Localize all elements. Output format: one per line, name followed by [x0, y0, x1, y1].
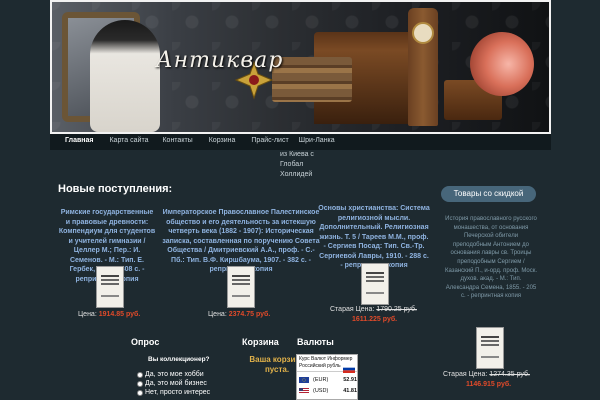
poll-option-label: Да, это мой бизнес — [145, 380, 207, 387]
old-price: 1274.35 руб. — [489, 371, 530, 378]
poll-title: Опрос — [131, 337, 160, 347]
price-label: Старая Цена: — [443, 371, 488, 378]
currency-code: (EUR) — [313, 377, 329, 383]
currency-code: (USD) — [313, 388, 329, 394]
price-label: Цена: — [78, 311, 97, 318]
price-label: Старая Цена: — [330, 306, 375, 313]
old-price: 1790.25 руб. — [376, 306, 417, 313]
nav-srilanka[interactable]: Шри-Ланка — [299, 134, 335, 144]
product-thumb-1[interactable] — [96, 266, 124, 308]
eu-flag-icon — [299, 377, 309, 383]
poll-option-1[interactable]: Да, это мое хобби — [137, 371, 204, 378]
nav-home[interactable]: Главная — [65, 134, 93, 144]
poll-option-2[interactable]: Да, это мой бизнес — [137, 380, 207, 387]
site-logo[interactable]: Антиквар — [156, 48, 283, 73]
product-thumb-3[interactable] — [361, 263, 389, 305]
product-link-3[interactable]: Основы христианства: Система религиозной… — [318, 204, 430, 271]
radio-button[interactable] — [137, 380, 143, 387]
poll-option-3[interactable]: Нет, просто интерес — [137, 389, 210, 396]
product-price-3: Старая Цена: 1790.25 руб. — [330, 306, 417, 313]
product-price-2: Цена: 2374.75 руб. — [208, 311, 270, 318]
us-flag-icon — [299, 388, 309, 394]
nav-cart[interactable]: Корзина — [209, 134, 236, 144]
product-price-1: Цена: 1914.85 руб. — [78, 311, 140, 318]
discount-product-link[interactable]: История православного русского монашеств… — [444, 215, 538, 301]
discount-title: Товары со скидкой — [441, 186, 536, 202]
discount-product-thumb[interactable] — [476, 327, 504, 369]
subnav-item[interactable]: из Киева с — [280, 150, 330, 160]
books-image — [272, 57, 352, 102]
clock-face-image — [412, 22, 434, 44]
header-banner: Антиквар — [52, 2, 549, 132]
nav-submenu: из Киева с Глобал Холлидей — [280, 150, 330, 180]
currency-value: 52.91 — [343, 377, 357, 383]
price-value: 2374.75 руб. — [228, 311, 271, 318]
poll-question: Вы коллекционер? — [148, 356, 210, 363]
currency-row-eur: (EUR) 52.91 — [299, 377, 357, 383]
main-nav: Главная Карта сайта Контакты Корзина Пра… — [50, 134, 551, 150]
section-title-new: Новые поступления: — [58, 183, 173, 195]
subnav-item[interactable]: Глобал — [280, 160, 330, 170]
site-header: Антиквар — [50, 0, 551, 134]
russia-flag-icon — [343, 365, 355, 373]
poll-option-label: Да, это мое хобби — [145, 371, 204, 378]
currency-informer[interactable]: Курс Валют Информер Российский рубль (EU… — [296, 354, 358, 400]
product-thumb-2[interactable] — [227, 266, 255, 308]
currency-title: Валюты — [297, 337, 334, 347]
nav-contacts[interactable]: Контакты — [162, 134, 192, 144]
radio-button[interactable] — [137, 371, 143, 378]
product-link-2[interactable]: Императорское Православное Палестинское … — [162, 208, 320, 275]
currency-value: 41.81 — [343, 388, 357, 394]
cart-title: Корзина — [242, 337, 279, 347]
currency-row-usd: (USD) 41.81 — [299, 388, 357, 394]
gramophone-horn-image — [470, 32, 534, 96]
price-label: Цена: — [208, 311, 227, 318]
lady-image — [90, 20, 160, 132]
price-value: 1914.85 руб. — [98, 311, 141, 318]
radio-button[interactable] — [137, 389, 143, 396]
subnav-item[interactable]: Холлидей — [280, 170, 330, 180]
discount-sale-price: 1146.915 руб. — [466, 381, 512, 388]
nav-sitemap[interactable]: Карта сайта — [109, 134, 148, 144]
poll-option-label: Нет, просто интерес — [145, 389, 211, 396]
discount-old-price: Старая Цена: 1274.35 руб. — [443, 371, 530, 378]
nav-pricelist[interactable]: Прайс-лист — [251, 134, 288, 144]
product-sale-price-3: 1611.225 руб. — [352, 316, 398, 323]
